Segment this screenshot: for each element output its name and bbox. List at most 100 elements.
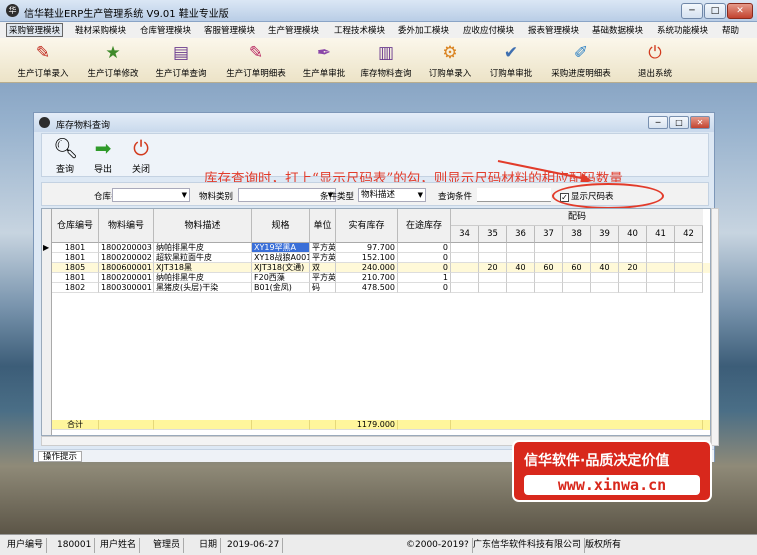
cell-size[interactable]: [647, 263, 675, 273]
menu-basic-data[interactable]: 基础数据模块: [592, 24, 643, 36]
menu-outsourcing[interactable]: 委外加工模块: [398, 24, 449, 36]
cell-size[interactable]: [563, 243, 591, 253]
cond-type-select[interactable]: 物料描述 ▼: [358, 188, 426, 202]
cell-qty[interactable]: 240.000: [336, 263, 398, 273]
cell-size[interactable]: 60: [563, 263, 591, 273]
cell-size[interactable]: 40: [591, 263, 619, 273]
cell-size[interactable]: [507, 273, 535, 283]
col-header-stock[interactable]: 实有库存: [336, 209, 398, 243]
cell-transit[interactable]: 0: [398, 263, 451, 273]
cell-size[interactable]: [591, 283, 619, 293]
cell-size[interactable]: [535, 273, 563, 283]
cell-size[interactable]: [619, 283, 647, 293]
cell-size[interactable]: [619, 253, 647, 263]
child-maximize-button[interactable]: □: [669, 116, 689, 129]
col-header-description[interactable]: 物料描述: [154, 209, 252, 243]
cell-size[interactable]: [647, 243, 675, 253]
cell-size[interactable]: 20: [479, 263, 507, 273]
cell-size[interactable]: [563, 273, 591, 283]
cell-size[interactable]: [451, 243, 479, 253]
stock-grid[interactable]: 仓库编号 物料编号 物料描述 规格 单位 实有库存 在途库存 配码 34 35 36…: [41, 208, 711, 436]
tab-hints[interactable]: 操作提示: [38, 451, 83, 462]
table-row[interactable]: 18011800200003纳帕排黑牛皮XY19罕黑A平方英尺97.7000: [52, 243, 710, 253]
cell-size[interactable]: [591, 253, 619, 263]
cell-transit[interactable]: 0: [398, 253, 451, 263]
cell-desc[interactable]: 超软黑粒面牛皮: [154, 253, 252, 263]
cell-size[interactable]: [619, 273, 647, 283]
cell-desc[interactable]: 纳帕排黑牛皮: [154, 243, 252, 253]
cell-size[interactable]: [507, 243, 535, 253]
col-header-transit[interactable]: 在途库存: [398, 209, 451, 243]
cell-code[interactable]: 1800200003: [99, 243, 154, 253]
cell-transit[interactable]: 1: [398, 273, 451, 283]
cell-size[interactable]: [451, 263, 479, 273]
menu-customer-service[interactable]: 客服管理模块: [204, 24, 255, 36]
order-edit-button[interactable]: ★ 生产订单修改: [80, 40, 146, 80]
cell-size[interactable]: [479, 273, 507, 283]
cell-code[interactable]: 1800300001: [99, 283, 154, 293]
cell-size[interactable]: [675, 253, 703, 263]
cell-size[interactable]: 40: [507, 263, 535, 273]
cell-unit[interactable]: 平方英尺: [310, 253, 336, 263]
cell-size[interactable]: [675, 273, 703, 283]
cell-desc[interactable]: 纳帕排黑牛皮: [154, 273, 252, 283]
stock-query-button[interactable]: ▥ 库存物料查询: [356, 40, 416, 80]
child-close-button[interactable]: ✕: [690, 116, 710, 129]
cell-unit[interactable]: 双: [310, 263, 336, 273]
cell-qty[interactable]: 152.100: [336, 253, 398, 263]
cell-size[interactable]: [591, 243, 619, 253]
maximize-button[interactable]: □: [704, 3, 726, 19]
col-header-material-code[interactable]: 物料编号: [99, 209, 154, 243]
query-button[interactable]: 🔍︎ 查询: [50, 136, 80, 175]
cell-size[interactable]: [507, 283, 535, 293]
col-header-spec[interactable]: 规格: [252, 209, 310, 243]
cell-size[interactable]: [535, 243, 563, 253]
po-approve-button[interactable]: ✔ 订购单审批: [483, 40, 539, 80]
close-button[interactable]: ✕: [727, 3, 753, 19]
cell-desc[interactable]: XJT318黑: [154, 263, 252, 273]
cell-size[interactable]: [647, 273, 675, 283]
cell-unit[interactable]: 码: [310, 283, 336, 293]
cell-wh[interactable]: 1805: [52, 263, 99, 273]
cell-code[interactable]: 1800200002: [99, 253, 154, 263]
menu-ar-ap[interactable]: 应收应付模块: [463, 24, 514, 36]
cell-qty[interactable]: 478.500: [336, 283, 398, 293]
cell-size[interactable]: [619, 243, 647, 253]
order-detail-button[interactable]: ✎ 生产订单明细表: [218, 40, 294, 80]
cell-size[interactable]: 20: [619, 263, 647, 273]
cell-size[interactable]: [563, 253, 591, 263]
cell-size[interactable]: [479, 243, 507, 253]
cell-size[interactable]: [591, 273, 619, 283]
cell-size[interactable]: [451, 253, 479, 263]
cell-unit[interactable]: 平方英尺: [310, 273, 336, 283]
cell-size[interactable]: [535, 283, 563, 293]
cell-size[interactable]: [675, 263, 703, 273]
cell-size[interactable]: [507, 253, 535, 263]
po-entry-button[interactable]: ⚙ 订购单录入: [422, 40, 478, 80]
cell-spec[interactable]: XY18战狼A001: [252, 253, 310, 263]
col-header-warehouse[interactable]: 仓库编号: [52, 209, 99, 243]
cond-input[interactable]: [477, 188, 551, 202]
cell-spec[interactable]: B01(金凤): [252, 283, 310, 293]
menu-material-purchase[interactable]: 鞋材采购模块: [75, 24, 126, 36]
cell-transit[interactable]: 0: [398, 243, 451, 253]
order-query-button[interactable]: ▤ 生产订单查询: [148, 40, 214, 80]
close-window-button[interactable]: ⏻ 关闭: [126, 136, 156, 175]
menu-help[interactable]: 帮助: [722, 24, 739, 36]
menu-purchase[interactable]: 采购管理模块: [6, 23, 64, 37]
cell-spec[interactable]: F20西藻: [252, 273, 310, 283]
cell-unit[interactable]: 平方英尺: [310, 243, 336, 253]
purchase-progress-button[interactable]: ✐ 采购进度明细表: [543, 40, 619, 80]
menu-system[interactable]: 系统功能模块: [657, 24, 708, 36]
cell-wh[interactable]: 1801: [52, 273, 99, 283]
cell-spec[interactable]: XY19罕黑A: [252, 243, 310, 253]
table-row[interactable]: 1802 1800300001 黑猪皮(头层)干染 B01(金凤) 码 478.500 0: [52, 283, 710, 293]
menu-engineering[interactable]: 工程技术模块: [334, 24, 385, 36]
cell-size[interactable]: [451, 273, 479, 283]
menu-reports[interactable]: 报表管理模块: [528, 24, 579, 36]
table-row[interactable]: 1805 1800600001 XJT318黑 XJT318(文通) 双 240.000 0…: [52, 263, 710, 273]
cell-size[interactable]: [675, 283, 703, 293]
table-row[interactable]: 18011800200001纳帕排黑牛皮F20西藻平方英尺210.7001: [52, 273, 710, 283]
child-minimize-button[interactable]: ─: [648, 116, 668, 129]
order-approve-button[interactable]: ✒ 生产单审批: [296, 40, 352, 80]
